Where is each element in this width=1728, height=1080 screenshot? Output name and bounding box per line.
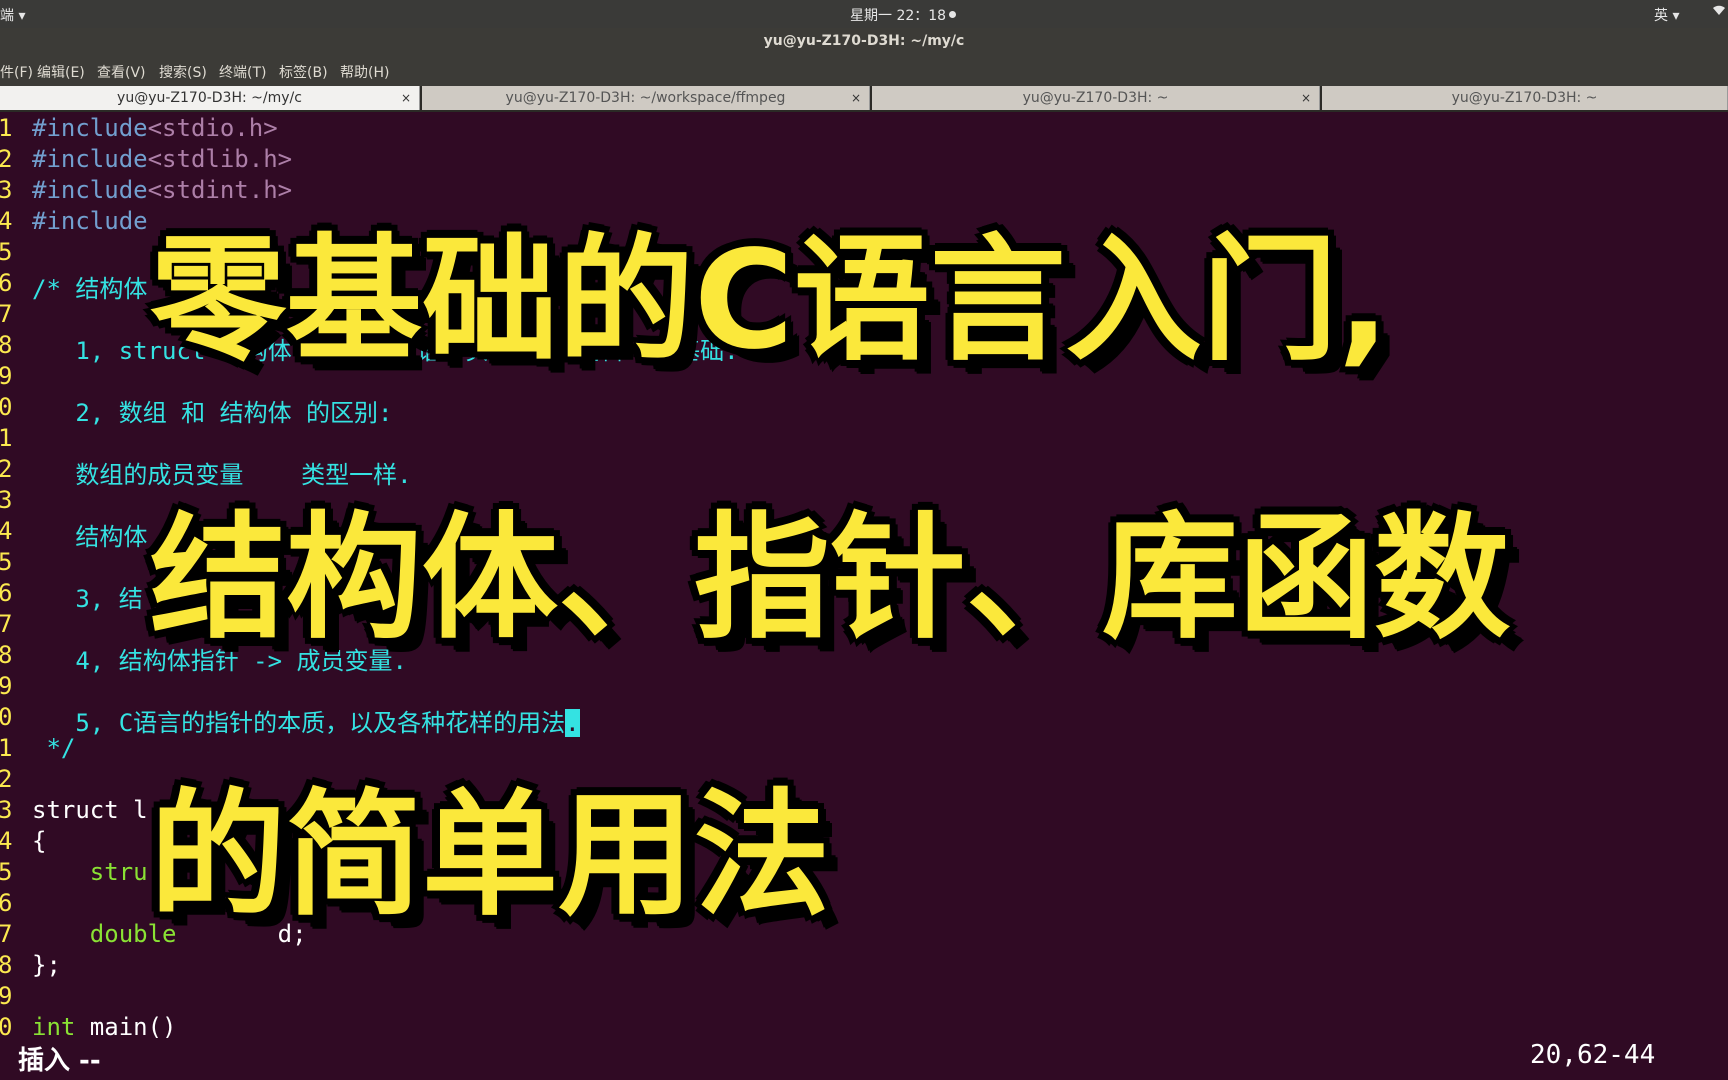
tab-home[interactable]: yu@yu-Z170-D3H: ~ × — [872, 86, 1320, 110]
network-icon[interactable] — [1712, 4, 1726, 20]
close-icon[interactable]: × — [401, 86, 411, 110]
cursor-position: 20,62-44 — [1530, 1040, 1656, 1070]
overlay-title-line-3: 的简单用法 — [150, 777, 830, 935]
tab-home-2[interactable]: yu@yu-Z170-D3H: ~ — [1322, 86, 1728, 110]
input-method-indicator[interactable]: 英 ▾ — [1654, 5, 1679, 25]
menu-bar: 件(F) 编辑(E) 查看(V) 搜索(S) 终端(T) 标签(B) 帮助(H) — [0, 56, 1728, 86]
menu-file[interactable]: 件(F) — [0, 62, 33, 82]
tab-ffmpeg[interactable]: yu@yu-Z170-D3H: ~/workspace/ffmpeg × — [422, 86, 870, 110]
tab-label: yu@yu-Z170-D3H: ~ — [1022, 90, 1169, 106]
tab-label: yu@yu-Z170-D3H: ~/my/c — [117, 90, 302, 106]
close-icon[interactable]: × — [851, 86, 861, 110]
menu-edit[interactable]: 编辑(E) — [37, 62, 85, 82]
notification-dot-icon — [949, 11, 957, 18]
app-menu[interactable]: 端 ▾ — [0, 5, 25, 25]
tab-label: yu@yu-Z170-D3H: ~/workspace/ffmpeg — [505, 90, 786, 106]
text-cursor: . — [565, 709, 580, 737]
menu-tabs[interactable]: 标签(B) — [279, 62, 328, 82]
top-panel: 端 ▾ 星期一 22：18 英 ▾ — [0, 0, 1728, 28]
menu-terminal[interactable]: 终端(T) — [219, 62, 266, 82]
vim-mode-indicator: 插入 -- — [18, 1046, 101, 1076]
clock[interactable]: 星期一 22：18 — [850, 5, 957, 25]
window-title: yu@yu-Z170-D3H: ~/my/c — [0, 28, 1728, 56]
menu-search[interactable]: 搜索(S) — [159, 62, 207, 82]
menu-help[interactable]: 帮助(H) — [340, 62, 389, 82]
clock-text: 星期一 22：18 — [850, 8, 947, 24]
screen: 端 ▾ 星期一 22：18 英 ▾ yu@yu-Z170-D3H: ~/my/c… — [0, 0, 1728, 1080]
tab-label: yu@yu-Z170-D3H: ~ — [1451, 90, 1598, 106]
close-icon[interactable]: × — [1301, 86, 1311, 110]
tab-my-c[interactable]: yu@yu-Z170-D3H: ~/my/c × — [0, 86, 420, 110]
menu-view[interactable]: 查看(V) — [97, 62, 146, 82]
overlay-title-line-2: 结构体、指针、库函数 — [150, 500, 1510, 658]
overlay-title-line-1: 零基础的C语言入门, — [150, 222, 1390, 380]
tab-bar: yu@yu-Z170-D3H: ~/my/c × yu@yu-Z170-D3H:… — [0, 86, 1728, 112]
